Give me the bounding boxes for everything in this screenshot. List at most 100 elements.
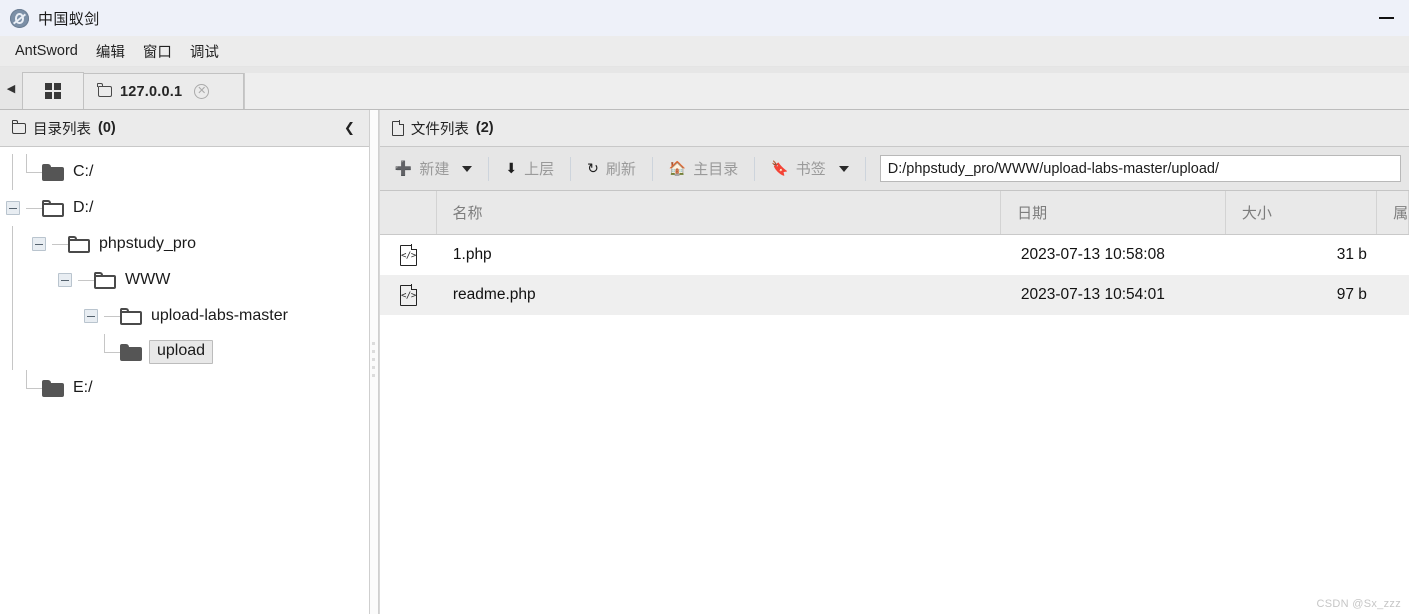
title-bar: 中国蚁剑 [0, 0, 1409, 36]
toolbar-separator [651, 156, 653, 181]
file-list-panel-title: 文件列表 (2) [391, 118, 494, 139]
grid-icon [45, 83, 61, 99]
directory-count-badge: (0) [98, 120, 116, 136]
code-file-icon: </> [380, 275, 437, 315]
code-file-icon: </> [380, 235, 437, 275]
body-split: 目录列表 (0) ❮ C:/ D:/ phpstudy_pro WWW uplo… [0, 110, 1409, 614]
file-table-header: 名称 日期 大小 属 [379, 191, 1409, 235]
tree-elbow [26, 154, 42, 190]
refresh-button[interactable]: ↻ 刷新 [576, 153, 647, 184]
folder-icon [97, 83, 112, 97]
tab-label: 127.0.0.1 [120, 83, 183, 100]
bookmark-button-label: 书签 [795, 161, 826, 178]
splitter-grip-icon [372, 342, 376, 382]
column-header-size[interactable]: 大小 [1226, 191, 1378, 234]
tree-item-phpstudy-pro[interactable]: phpstudy_pro [0, 226, 369, 262]
collapse-toggle-icon[interactable] [84, 309, 98, 323]
refresh-button-label: 刷新 [605, 161, 636, 178]
close-icon[interactable]: ✕ [194, 84, 210, 99]
panel-splitter[interactable] [369, 110, 379, 614]
folder-icon [120, 343, 142, 361]
tree-item-label: D:/ [73, 199, 94, 216]
file-attr-cell [1383, 235, 1409, 275]
folder-icon [94, 271, 116, 289]
refresh-icon: ↻ [587, 160, 599, 176]
new-button-label: 新建 [419, 161, 450, 178]
tab-bar-filler [244, 73, 1409, 109]
tab-scroll-left-icon[interactable]: ◀ [0, 67, 22, 109]
file-date-cell: 2023-07-13 10:58:08 [1020, 246, 1165, 263]
tree-item-www[interactable]: WWW [0, 262, 369, 298]
minimize-button[interactable] [1363, 0, 1409, 36]
tree-guide [26, 262, 52, 298]
title-bar-left: 中国蚁剑 [0, 8, 100, 29]
tree-elbow [26, 190, 42, 226]
tree-item-label: upload [149, 340, 214, 364]
grid-view-button[interactable] [22, 72, 84, 109]
collapse-toggle-icon[interactable] [6, 201, 20, 215]
bookmark-icon: 🔖 [771, 160, 789, 176]
tree-elbow [26, 370, 42, 406]
tree-item-label: upload-labs-master [151, 307, 288, 324]
file-count-badge: (2) [475, 120, 494, 136]
tree-item-upload-labs-master[interactable]: upload-labs-master [0, 298, 369, 334]
column-header-name[interactable]: 名称 [437, 191, 1002, 234]
new-button[interactable]: ➕ 新建 [384, 153, 483, 184]
tree-item-e-drive[interactable]: E:/ [0, 370, 369, 406]
window-title: 中国蚁剑 [38, 10, 100, 28]
menu-item-debug[interactable]: 调试 [181, 37, 228, 66]
tree-guide [0, 370, 26, 406]
tree-guide [78, 334, 104, 370]
tree-item-label: phpstudy_pro [99, 235, 196, 252]
home-button[interactable]: 🏠 主目录 [658, 153, 749, 184]
tree-guide [0, 226, 26, 262]
tree-guide [0, 154, 26, 190]
up-button[interactable]: ⬇ 上层 [494, 153, 565, 184]
watermark: CSDN @Sx_zzz [1316, 598, 1401, 610]
tree-guide [26, 226, 52, 262]
column-header-icon[interactable] [380, 191, 437, 234]
menu-item-edit[interactable]: 编辑 [87, 37, 134, 66]
chevron-down-icon[interactable] [838, 165, 849, 172]
menu-item-window[interactable]: 窗口 [134, 37, 181, 66]
toolbar-separator [488, 156, 490, 181]
bookmark-button[interactable]: 🔖 书签 [760, 153, 859, 184]
file-size-cell: 31 b [1336, 246, 1367, 263]
tree-item-upload[interactable]: upload [0, 334, 369, 370]
folder-icon [42, 163, 64, 181]
tree-guide [26, 298, 52, 334]
minimize-icon [1378, 17, 1394, 19]
collapse-toggle-icon[interactable] [32, 237, 46, 251]
file-attr-cell [1383, 275, 1409, 315]
tree-item-c-drive[interactable]: C:/ [0, 154, 369, 190]
toolbar-separator [754, 156, 756, 181]
tree-item-d-drive[interactable]: D:/ [0, 190, 369, 226]
up-button-label: 上层 [524, 161, 555, 178]
tree-guide [26, 334, 52, 370]
path-input[interactable]: D:/phpstudy_pro/WWW/upload-labs-master/u… [879, 155, 1401, 182]
chevron-down-icon[interactable] [462, 165, 473, 172]
tree-elbow [78, 262, 94, 298]
directory-panel-title-text: 目录列表 [33, 121, 91, 138]
collapse-toggle-icon[interactable] [58, 273, 72, 287]
tree-guide [0, 190, 26, 226]
tree-guide [0, 262, 26, 298]
file-date-cell: 2023-07-13 10:54:01 [1020, 286, 1165, 303]
chevron-left-icon[interactable]: ❮ [340, 118, 359, 138]
folder-icon [42, 199, 64, 217]
folder-icon [42, 379, 64, 397]
tree-item-label: E:/ [73, 379, 93, 396]
tree-guide [52, 262, 78, 298]
column-header-attributes[interactable]: 属 [1377, 191, 1409, 234]
file-size-cell: 97 b [1336, 286, 1367, 303]
column-header-date[interactable]: 日期 [1001, 191, 1226, 234]
directory-panel: 目录列表 (0) ❮ C:/ D:/ phpstudy_pro WWW uplo… [0, 110, 370, 614]
tab-127-0-0-1[interactable]: 127.0.0.1 ✕ [84, 73, 244, 109]
table-row[interactable]: </> readme.php 2023-07-13 10:54:01 97 b [379, 275, 1409, 315]
table-row[interactable]: </> 1.php 2023-07-13 10:58:08 31 b [379, 235, 1409, 275]
plus-circle-icon: ➕ [394, 160, 413, 176]
folder-icon [68, 235, 90, 253]
window-controls [1363, 0, 1409, 36]
menu-item-antsword[interactable]: AntSword [6, 39, 87, 63]
tree-guide [52, 298, 78, 334]
